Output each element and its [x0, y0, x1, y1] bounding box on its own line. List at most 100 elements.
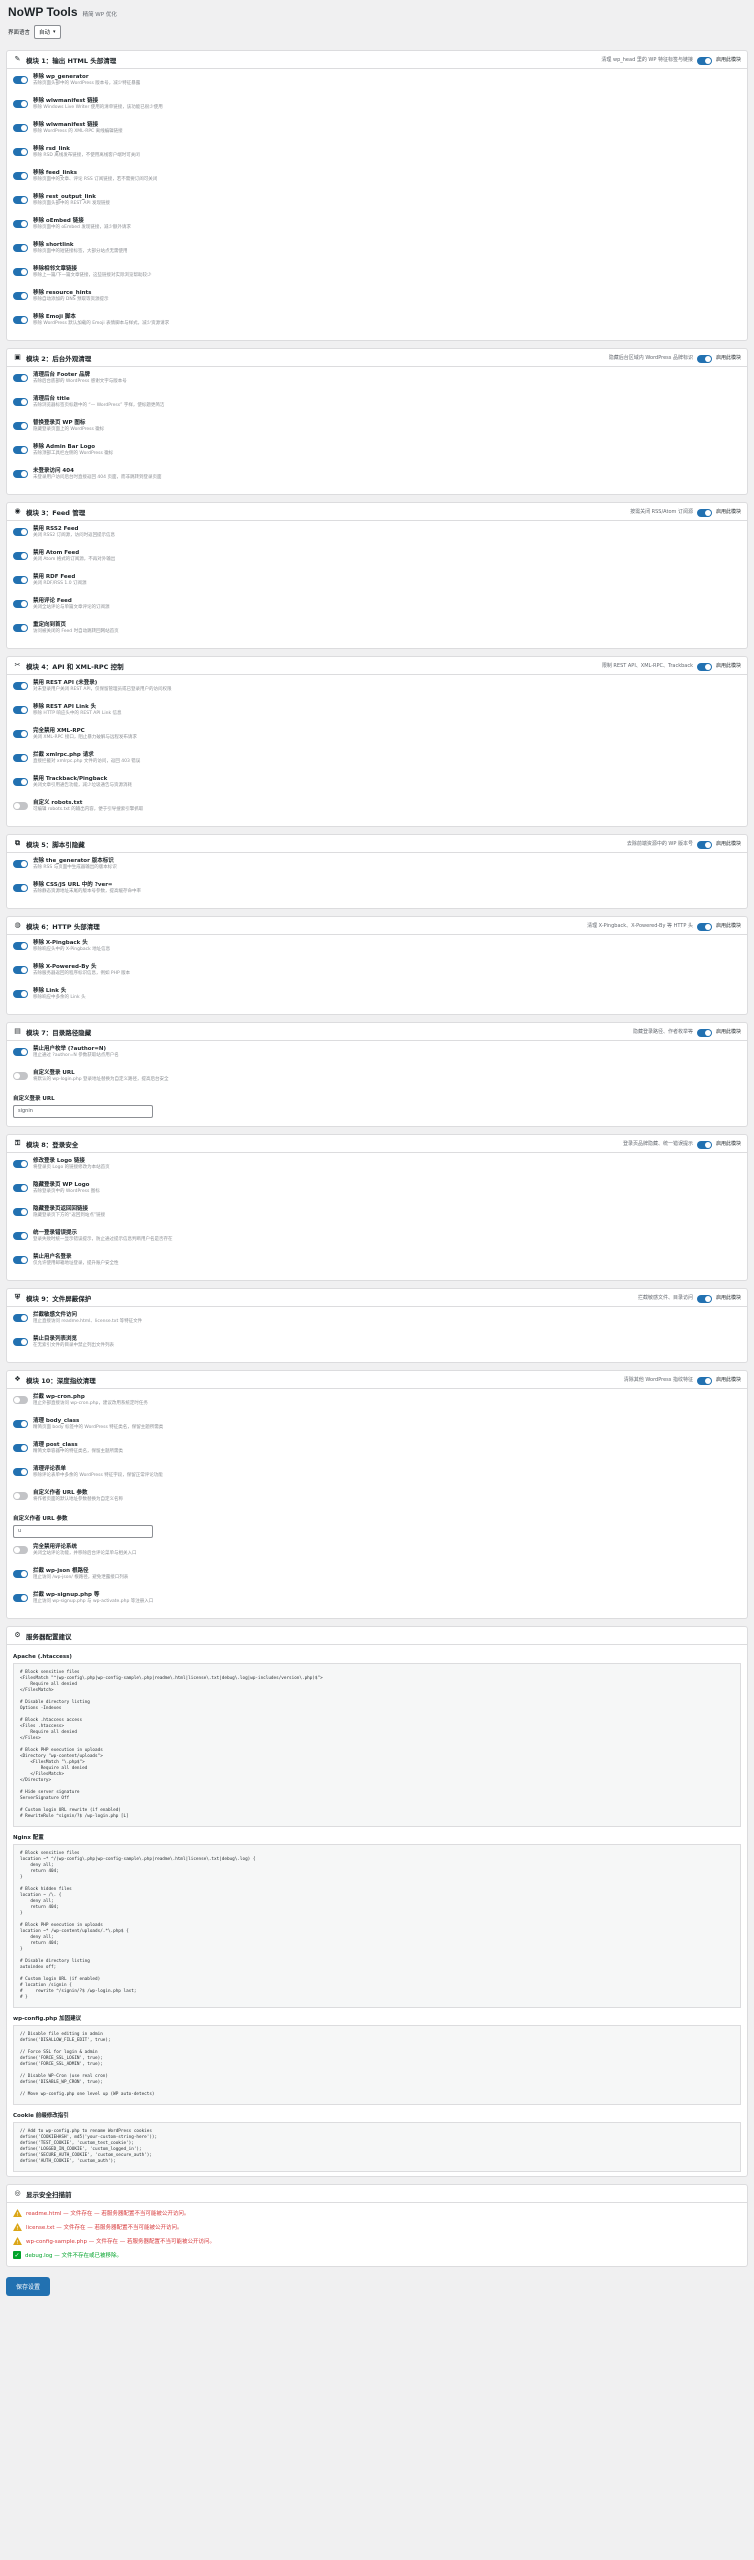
- setting-toggle[interactable]: [13, 1420, 28, 1428]
- setting-text: 自定义作者 URL 参数 将作者页面的默认地址参数替换为自定义名称: [33, 1490, 123, 1503]
- setting-title: 去除 the_generator 版本标识: [33, 858, 114, 864]
- setting-toggle[interactable]: [13, 196, 28, 204]
- setting-toggle[interactable]: [13, 1444, 28, 1452]
- setting-toggle[interactable]: [13, 100, 28, 108]
- setting-toggle[interactable]: [13, 1072, 28, 1080]
- setting-toggle[interactable]: [13, 1468, 28, 1476]
- setting-item: 重定向到首页 访问被关闭的 Feed 时自动跳转回网站首页: [13, 620, 741, 644]
- save-button[interactable]: 保存设置: [6, 2277, 51, 2296]
- text-field[interactable]: u: [13, 1525, 153, 1538]
- module-description: 去除前端资源中的 WP 版本号: [626, 841, 693, 847]
- setting-text: 移除 oEmbed 链接 移除页面中的 oEmbed 发现链接，减少额外请求: [33, 218, 131, 231]
- setting-description: 登录失败时统一显示错误提示，防止通过提示信息判断用户名是否存在: [33, 1237, 173, 1242]
- setting-toggle[interactable]: [13, 220, 28, 228]
- module-master-toggle[interactable]: [696, 56, 712, 65]
- setting-toggle[interactable]: [13, 802, 28, 810]
- module-body: 禁止用户枚举 (?author=N) 阻止通过 ?author=N 参数获取站点用…: [7, 1041, 747, 1126]
- module-master-toggle[interactable]: [696, 354, 712, 363]
- setting-text: 移除 rest_output_link 移除页面头部中的 REST API 发现链…: [33, 194, 110, 207]
- setting-toggle[interactable]: [13, 446, 28, 454]
- setting-toggle[interactable]: [13, 268, 28, 276]
- setting-toggle[interactable]: [13, 1208, 28, 1216]
- file-check-row: ! readme.html — 文件存在 — 若服务器配置不当可能被公开访问。: [13, 2206, 741, 2220]
- setting-toggle[interactable]: [13, 1232, 28, 1240]
- config-code-block[interactable]: // Disable file editing in admin define(…: [13, 2025, 741, 2105]
- field-label: 自定义登录 URL: [13, 1096, 55, 1102]
- setting-toggle[interactable]: [13, 860, 28, 868]
- setting-toggle[interactable]: [13, 682, 28, 690]
- setting-toggle[interactable]: [13, 884, 28, 892]
- setting-toggle[interactable]: [13, 470, 28, 478]
- setting-toggle[interactable]: [13, 1048, 28, 1056]
- module-description: 清除其他 WordPress 指纹特征: [623, 1377, 693, 1383]
- setting-toggle[interactable]: [13, 942, 28, 950]
- setting-toggle[interactable]: [13, 422, 28, 430]
- setting-toggle[interactable]: [13, 528, 28, 536]
- setting-toggle[interactable]: [13, 778, 28, 786]
- module-master-toggle[interactable]: [696, 1028, 712, 1037]
- setting-text: 去除 the_generator 版本标识 去除 RSS 与页面中生成器输出的版本…: [33, 858, 117, 871]
- setting-toggle[interactable]: [13, 124, 28, 132]
- config-code-block[interactable]: # Block sensitive files location ~* ^/(w…: [13, 1844, 741, 2008]
- setting-item: 自定义登录 URL 将默认的 wp-login.php 登录地址替换为自定义路径，…: [13, 1068, 741, 1092]
- setting-item: 移除 CSS/JS URL 中的 ?ver= 去除静态资源地址末尾的版本号参数，提…: [13, 880, 741, 904]
- setting-toggle[interactable]: [13, 966, 28, 974]
- setting-description: 移除页面中的文章、评论 RSS 订阅链接，若不需要订阅可关闭: [33, 177, 158, 182]
- setting-item: 去除 the_generator 版本标识 去除 RSS 与页面中生成器输出的版本…: [13, 856, 741, 880]
- module-master-toggle[interactable]: [696, 922, 712, 931]
- setting-toggle[interactable]: [13, 76, 28, 84]
- setting-toggle[interactable]: [13, 398, 28, 406]
- server-config-header: ⚙ 服务器配置建议: [7, 1627, 747, 1645]
- setting-toggle[interactable]: [13, 148, 28, 156]
- config-block-label: Cookie 前缀修改指引: [13, 2113, 69, 2119]
- setting-text: 移除 Link 头移除响应中多余的 Link 头: [33, 988, 86, 1001]
- setting-toggle[interactable]: [13, 244, 28, 252]
- setting-toggle[interactable]: [13, 1314, 28, 1322]
- script-icon: ⧉: [15, 839, 20, 847]
- module-master-toggle[interactable]: [696, 1140, 712, 1149]
- setting-toggle[interactable]: [13, 316, 28, 324]
- setting-toggle[interactable]: [13, 1594, 28, 1602]
- setting-text: 禁用 RDF Feed 关闭 RDF/RSS 1.0 订阅源: [33, 574, 86, 587]
- setting-item: 修改登录 Logo 链接 将登录页 Logo 的链接修改为本站首页: [13, 1156, 741, 1180]
- module-master-toggle[interactable]: [696, 1376, 712, 1385]
- setting-toggle[interactable]: [13, 624, 28, 632]
- setting-toggle[interactable]: [13, 990, 28, 998]
- setting-toggle[interactable]: [13, 1492, 28, 1500]
- module-header: ⧉ 模块 5：脚本引隐藏 去除前端资源中的 WP 版本号 启用此模块: [7, 835, 747, 853]
- module-body: 移除 X-Pingback 头移除响应头中的 X-Pingback 地址信息 移除…: [7, 935, 747, 1014]
- language-select[interactable]: 自动 ▾: [34, 25, 61, 39]
- config-code-block[interactable]: # Block sensitive files <FilesMatch "^(w…: [13, 1663, 741, 1827]
- config-block-label: Apache (.htaccess): [13, 1654, 72, 1660]
- setting-toggle[interactable]: [13, 600, 28, 608]
- setting-toggle[interactable]: [13, 576, 28, 584]
- setting-toggle[interactable]: [13, 1160, 28, 1168]
- setting-toggle[interactable]: [13, 374, 28, 382]
- module-header: ✎ 模块 1：输出 HTML 头部清理 清理 wp_head 里的 WP 特征标签与…: [7, 51, 747, 69]
- setting-toggle[interactable]: [13, 1546, 28, 1554]
- folder-icon: ▤: [14, 1027, 21, 1035]
- setting-toggle[interactable]: [13, 754, 28, 762]
- module-master-toggle[interactable]: [696, 1294, 712, 1303]
- setting-description: 关闭全站评论功能，并移除后台评论菜单与相关入口: [33, 1551, 137, 1556]
- setting-toggle[interactable]: [13, 730, 28, 738]
- setting-toggle[interactable]: [13, 292, 28, 300]
- setting-toggle[interactable]: [13, 552, 28, 560]
- setting-title: 禁用 RDF Feed: [33, 574, 76, 580]
- config-code-block[interactable]: // Add to wp-config.php to rename WordPr…: [13, 2122, 741, 2172]
- setting-toggle[interactable]: [13, 706, 28, 714]
- setting-toggle[interactable]: [13, 1256, 28, 1264]
- setting-toggle[interactable]: [13, 1396, 28, 1404]
- setting-item: 统一登录错误提示 登录失败时统一显示错误提示，防止通过提示信息判断用户名是否存在: [13, 1228, 741, 1252]
- module-master-label: 启用此模块: [715, 57, 741, 63]
- setting-toggle[interactable]: [13, 1338, 28, 1346]
- setting-toggle[interactable]: [13, 1184, 28, 1192]
- setting-item: 清理 post_class 精简文章容器中的特征类名，保留主题所需类: [13, 1440, 741, 1464]
- module-master-toggle[interactable]: [696, 840, 712, 849]
- setting-toggle[interactable]: [13, 1570, 28, 1578]
- setting-toggle[interactable]: [13, 172, 28, 180]
- module-master-toggle[interactable]: [696, 662, 712, 671]
- module-card: ❖ 模块 10：深度指纹清理 清除其他 WordPress 指纹特征 启用此模块 拦截 …: [6, 1370, 748, 1619]
- module-master-toggle[interactable]: [696, 508, 712, 517]
- text-field[interactable]: signin: [13, 1105, 153, 1118]
